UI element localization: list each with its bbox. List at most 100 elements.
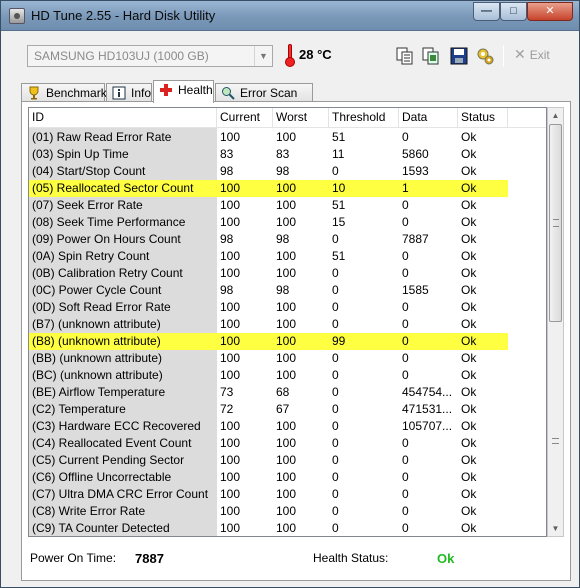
- save-icon[interactable]: [449, 46, 469, 66]
- table-row[interactable]: (C2) Temperature 72 67 0 471531... Ok: [29, 401, 508, 418]
- tab-label: Info: [131, 86, 152, 100]
- cell-status: Ok: [461, 181, 477, 195]
- cell-current: 100: [220, 504, 241, 518]
- table-row[interactable]: (C3) Hardware ECC Recovered 100 100 0 105707…: [29, 418, 508, 435]
- cell-threshold: 0: [332, 521, 339, 535]
- cell-status: Ok: [461, 470, 477, 484]
- toolbar: SAMSUNG HD103UJ (1000 GB) ▼ 28 °C ✕ Exit: [11, 37, 569, 77]
- table-row[interactable]: (C8) Write Error Rate 100 100 0 0 Ok: [29, 503, 508, 520]
- table-row[interactable]: (C4) Reallocated Event Count 100 100 0 0 Ok: [29, 435, 508, 452]
- table-row[interactable]: (C9) TA Counter Detected 100 100 0 0 Ok: [29, 520, 508, 536]
- cell-data: 471531...: [402, 402, 453, 416]
- table-row[interactable]: (05) Reallocated Sector Count 100 100 10 1 Ok: [29, 180, 508, 197]
- disk-select[interactable]: SAMSUNG HD103UJ (1000 GB) ▼: [27, 45, 273, 67]
- cell-status: Ok: [461, 249, 477, 263]
- table-row[interactable]: (C5) Current Pending Sector 100 100 0 0 Ok: [29, 452, 508, 469]
- cell-threshold: 0: [332, 402, 339, 416]
- table-row[interactable]: (08) Seek Time Performance 100 100 15 0 Ok: [29, 214, 508, 231]
- cell-id: (08) Seek Time Performance: [32, 215, 186, 229]
- cell-current: 100: [220, 266, 241, 280]
- minimize-button[interactable]: —: [473, 2, 500, 21]
- column-header-data[interactable]: Data: [399, 108, 458, 128]
- tab-benchmark[interactable]: Benchmark: [21, 83, 107, 102]
- cell-id: (C5) Current Pending Sector: [32, 453, 185, 467]
- cell-data: 0: [402, 436, 409, 450]
- cell-worst: 100: [276, 419, 297, 433]
- column-header-status[interactable]: Status: [458, 108, 508, 128]
- cell-threshold: 0: [332, 317, 339, 331]
- table-row[interactable]: (BB) (unknown attribute) 100 100 0 0 Ok: [29, 350, 508, 367]
- vertical-scrollbar[interactable]: ▲ ▼: [547, 107, 564, 537]
- table-row[interactable]: (07) Seek Error Rate 100 100 51 0 Ok: [29, 197, 508, 214]
- cell-id: (07) Seek Error Rate: [32, 198, 143, 212]
- table-row[interactable]: (B8) (unknown attribute) 100 100 99 0 Ok: [29, 333, 508, 350]
- cell-current: 98: [220, 283, 234, 297]
- cell-status: Ok: [461, 419, 477, 433]
- cell-data: 0: [402, 487, 409, 501]
- column-header-worst[interactable]: Worst: [273, 108, 329, 128]
- cell-data: 0: [402, 249, 409, 263]
- maximize-button[interactable]: □: [500, 2, 527, 21]
- column-header-current[interactable]: Current: [217, 108, 273, 128]
- cell-worst: 100: [276, 198, 297, 212]
- cell-id: (0B) Calibration Retry Count: [32, 266, 183, 280]
- exit-button[interactable]: ✕ Exit: [514, 46, 550, 63]
- table-row[interactable]: (C6) Offline Uncorrectable 100 100 0 0 Ok: [29, 469, 508, 486]
- column-header-id[interactable]: ID: [29, 108, 217, 128]
- table-row[interactable]: (0C) Power Cycle Count 98 98 0 1585 Ok: [29, 282, 508, 299]
- cell-id: (B7) (unknown attribute): [32, 317, 161, 331]
- cell-threshold: 0: [332, 504, 339, 518]
- cell-threshold: 0: [332, 385, 339, 399]
- scroll-down-arrow-icon[interactable]: ▼: [548, 521, 563, 536]
- column-header-threshold[interactable]: Threshold: [329, 108, 399, 128]
- table-row[interactable]: (0D) Soft Read Error Rate 100 100 0 0 Ok: [29, 299, 508, 316]
- table-row[interactable]: (0B) Calibration Retry Count 100 100 0 0 Ok: [29, 265, 508, 282]
- cell-worst: 100: [276, 266, 297, 280]
- cell-data: 0: [402, 130, 409, 144]
- chevron-down-icon[interactable]: ▼: [254, 46, 272, 66]
- tab-info[interactable]: Info: [106, 83, 152, 102]
- cell-id: (BB) (unknown attribute): [32, 351, 163, 365]
- cell-worst: 100: [276, 470, 297, 484]
- cell-threshold: 0: [332, 232, 339, 246]
- cell-threshold: 0: [332, 283, 339, 297]
- scrollbar-thumb[interactable]: [549, 124, 562, 322]
- scroll-up-arrow-icon[interactable]: ▲: [548, 108, 563, 123]
- table-row[interactable]: (0A) Spin Retry Count 100 100 51 0 Ok: [29, 248, 508, 265]
- cell-current: 100: [220, 300, 241, 314]
- cell-worst: 100: [276, 487, 297, 501]
- table-row[interactable]: (B7) (unknown attribute) 100 100 0 0 Ok: [29, 316, 508, 333]
- table-row[interactable]: (03) Spin Up Time 83 83 11 5860 Ok: [29, 146, 508, 163]
- table-row[interactable]: (BC) (unknown attribute) 100 100 0 0 Ok: [29, 367, 508, 384]
- cell-worst: 100: [276, 215, 297, 229]
- tab-error-scan[interactable]: Error Scan: [215, 83, 313, 102]
- info-icon: [112, 86, 126, 100]
- cell-threshold: 99: [332, 334, 346, 348]
- close-button[interactable]: ✕: [527, 2, 573, 21]
- cell-status: Ok: [461, 334, 477, 348]
- table-row[interactable]: (04) Start/Stop Count 98 98 0 1593 Ok: [29, 163, 508, 180]
- health-status-value: Ok: [437, 551, 455, 566]
- cell-status: Ok: [461, 283, 477, 297]
- app-window: HD Tune 2.55 - Hard Disk Utility — □ ✕ S…: [0, 0, 580, 588]
- cell-status: Ok: [461, 266, 477, 280]
- options-icon[interactable]: [475, 46, 495, 66]
- table-row[interactable]: (C7) Ultra DMA CRC Error Count 100 100 0 0 Ok: [29, 486, 508, 503]
- smart-attributes-table[interactable]: ID Current Worst Threshold Data Status (…: [28, 107, 547, 537]
- cell-worst: 98: [276, 283, 290, 297]
- table-row[interactable]: (01) Raw Read Error Rate 100 100 51 0 Ok: [29, 129, 508, 146]
- cell-id: (C7) Ultra DMA CRC Error Count: [32, 487, 209, 501]
- cell-current: 100: [220, 436, 241, 450]
- table-row[interactable]: (BE) Airflow Temperature 73 68 0 454754... Ok: [29, 384, 508, 401]
- cell-current: 100: [220, 317, 241, 331]
- copy-screenshot-icon[interactable]: [421, 46, 441, 66]
- exit-label: Exit: [529, 48, 550, 62]
- cell-current: 100: [220, 368, 241, 382]
- copy-text-icon[interactable]: [395, 46, 415, 66]
- cell-threshold: 15: [332, 215, 346, 229]
- table-row[interactable]: (09) Power On Hours Count 98 98 0 7887 Ok: [29, 231, 508, 248]
- cell-status: Ok: [461, 436, 477, 450]
- tab-health[interactable]: Health: [153, 80, 214, 103]
- cell-id: (0C) Power Cycle Count: [32, 283, 162, 297]
- title-bar[interactable]: HD Tune 2.55 - Hard Disk Utility — □ ✕: [1, 1, 579, 31]
